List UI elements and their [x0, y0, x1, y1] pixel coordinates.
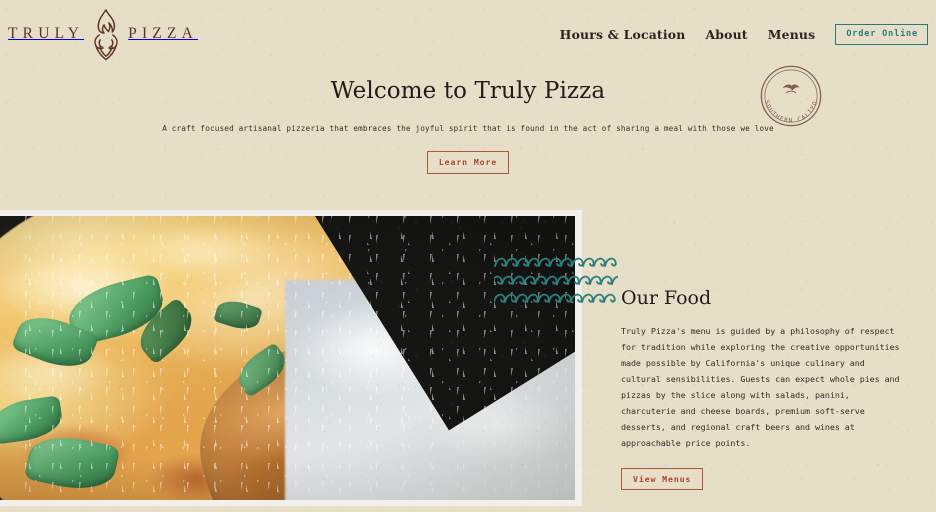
photo-vignette: [0, 216, 575, 500]
view-menus-button[interactable]: View Menus: [621, 468, 704, 491]
nav-item-about[interactable]: About: [705, 27, 747, 42]
our-food-section: Our Food Truly Pizza's menu is guided by…: [621, 287, 906, 491]
main-navigation: Hours & Location About Menus Order Onlin…: [560, 24, 928, 45]
nav-item-menus[interactable]: Menus: [768, 27, 816, 42]
wave-pattern-icon: [494, 257, 618, 303]
our-food-body: Truly Pizza's menu is guided by a philos…: [621, 325, 900, 448]
svg-text:SOUTHERN CALIFO: SOUTHERN CALIFO: [763, 100, 819, 125]
nav-item-hours-location[interactable]: Hours & Location: [560, 27, 686, 42]
circular-stamp-badge-icon: SOUTHERN CALIFO: [760, 65, 822, 127]
food-photo: [0, 216, 575, 500]
our-food-title: Our Food: [621, 287, 712, 309]
brand-word-left: TRULY: [8, 25, 85, 43]
order-online-button[interactable]: Order Online: [835, 24, 928, 45]
site-header: TRULY PIZZA Hours & Location About Menus…: [0, 0, 936, 68]
flame-icon: [94, 9, 118, 61]
learn-more-button[interactable]: Learn More: [426, 151, 510, 174]
brand-word-right: PIZZA: [128, 25, 199, 43]
brand-logo[interactable]: TRULY PIZZA: [8, 8, 199, 61]
